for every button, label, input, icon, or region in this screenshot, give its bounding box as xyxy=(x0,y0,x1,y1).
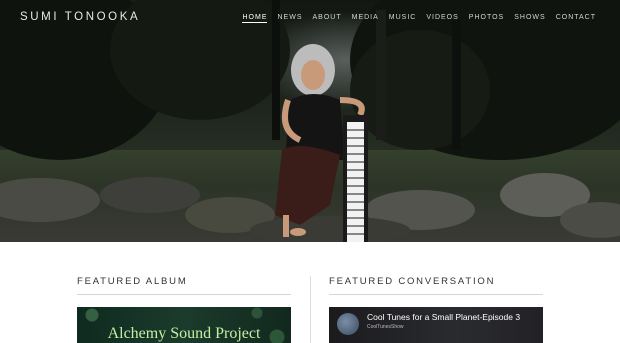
site-title[interactable]: SUMI TONOOKA xyxy=(20,11,140,23)
nav-item-news[interactable]: NEWS xyxy=(277,14,302,23)
featured-conversation-heading: FEATURED CONVERSATION xyxy=(329,276,496,287)
album-title: Alchemy Sound Project xyxy=(107,325,261,342)
nav-item-contact[interactable]: CONTACT xyxy=(556,14,596,23)
nav-item-videos[interactable]: VIDEOS xyxy=(426,14,458,23)
featured-conversation-rule xyxy=(329,294,543,295)
video-title[interactable]: Cool Tunes for a Small Planet-Episode 3 xyxy=(367,312,520,322)
nav-item-media[interactable]: MEDIA xyxy=(352,14,379,23)
nav-item-photos[interactable]: PHOTOS xyxy=(469,14,504,23)
nav-item-home[interactable]: HOME xyxy=(242,14,268,23)
featured-album-rule xyxy=(77,294,291,295)
channel-avatar[interactable] xyxy=(337,313,359,335)
album-cover[interactable]: Alchemy Sound Project xyxy=(77,307,291,343)
nav-item-about[interactable]: ABOUT xyxy=(312,14,341,23)
nav-item-shows[interactable]: SHOWS xyxy=(514,14,545,23)
main-nav: HOME NEWS ABOUT MEDIA MUSIC VIDEOS PHOTO… xyxy=(242,14,596,23)
video-channel-name: CoolTunesShow xyxy=(367,324,404,330)
column-divider xyxy=(310,276,311,343)
featured-album-heading: FEATURED ALBUM xyxy=(77,276,188,287)
nav-item-music[interactable]: MUSIC xyxy=(389,14,417,23)
hero-photo-illustration xyxy=(0,0,620,242)
video-embed[interactable]: Cool Tunes for a Small Planet-Episode 3 … xyxy=(329,307,543,343)
hero-image: SUMI TONOOKA HOME NEWS ABOUT MEDIA MUSIC… xyxy=(0,0,620,242)
